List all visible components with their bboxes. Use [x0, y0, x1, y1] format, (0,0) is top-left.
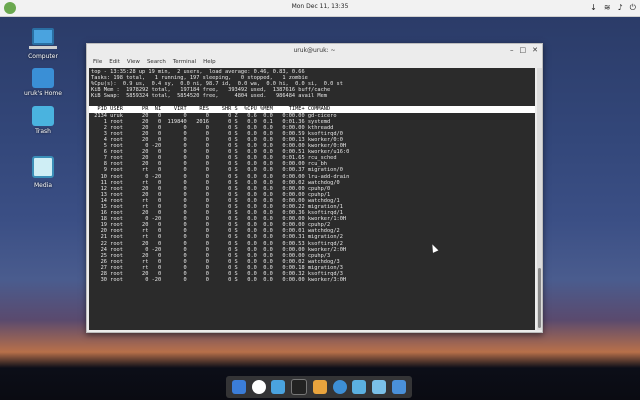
desktop-icon-computer[interactable]: Computer [20, 28, 66, 60]
menu-search[interactable]: Search [147, 57, 166, 67]
dock-files-icon[interactable] [271, 380, 286, 394]
power-icon[interactable]: ⏻ [630, 2, 636, 14]
system-tray: ↓ ≋ ♪ ⏻ [590, 2, 636, 14]
volume-icon[interactable]: ♪ [618, 2, 623, 14]
desktop-icon-media[interactable]: Media [20, 156, 66, 189]
top-summary-line: KiB Swap: 5859324 total, 5854520 free, 4… [91, 93, 327, 100]
dock [226, 376, 412, 398]
top-panel: Mon Dec 11, 13:35 ↓ ≋ ♪ ⏻ [0, 0, 640, 17]
panel-clock[interactable]: Mon Dec 11, 13:35 [0, 3, 640, 10]
media-icon [32, 156, 54, 178]
maximize-icon[interactable]: □ [520, 44, 527, 57]
terminal-output[interactable]: top - 13:35:28 up 19 min, 2 users, load … [89, 68, 535, 330]
desktop-icon-home[interactable]: uruk's Home [20, 68, 66, 97]
dock-desktop-icon[interactable] [392, 380, 406, 394]
menu-file[interactable]: File [93, 57, 102, 67]
terminal-window[interactable]: uruk@uruk: ~ – □ ✕ File Edit View Search… [86, 43, 543, 333]
menu-help[interactable]: Help [203, 57, 216, 67]
home-folder-icon [32, 68, 54, 88]
desktop-icon-label: uruk's Home [24, 90, 62, 97]
desktop-icon-label: Trash [35, 128, 51, 135]
window-title: uruk@uruk: ~ [293, 47, 336, 54]
wifi-icon[interactable]: ≋ [604, 2, 611, 14]
process-row: 30 root 0 -20 0 0 0 S 0.0 0.0 0:00.00 kw… [91, 277, 347, 284]
dock-editor-icon[interactable] [372, 380, 387, 394]
dock-browser-icon[interactable] [251, 380, 266, 394]
desktop-icon-trash[interactable]: Trash [20, 106, 66, 135]
scrollbar-thumb[interactable] [538, 268, 541, 328]
desktop-icon-label: Media [33, 182, 53, 189]
window-titlebar[interactable]: uruk@uruk: ~ – □ ✕ [87, 44, 542, 57]
minimize-icon[interactable]: – [510, 44, 514, 57]
trash-icon [32, 106, 54, 126]
menu-view[interactable]: View [127, 57, 140, 67]
dock-photos-icon[interactable] [352, 380, 367, 394]
desktop-icon-label: Computer [28, 53, 58, 60]
close-icon[interactable]: ✕ [532, 44, 538, 57]
dock-download-icon[interactable] [231, 380, 246, 394]
dock-store-icon[interactable] [312, 380, 327, 394]
process-list: 2134 uruk 20 0 0 0 0 Z 0.6 0.0 0:00.00 g… [89, 113, 535, 284]
dock-terminal-icon[interactable] [291, 379, 308, 395]
dock-settings-icon[interactable] [332, 380, 347, 394]
top-summary: top - 13:35:28 up 19 min, 2 users, load … [89, 68, 535, 99]
terminal-scrollbar[interactable] [537, 68, 542, 330]
download-icon[interactable]: ↓ [590, 2, 597, 14]
menu-terminal[interactable]: Terminal [173, 57, 196, 67]
computer-icon [29, 28, 57, 49]
menubar: File Edit View Search Terminal Help [87, 57, 542, 67]
menu-edit[interactable]: Edit [109, 57, 120, 67]
